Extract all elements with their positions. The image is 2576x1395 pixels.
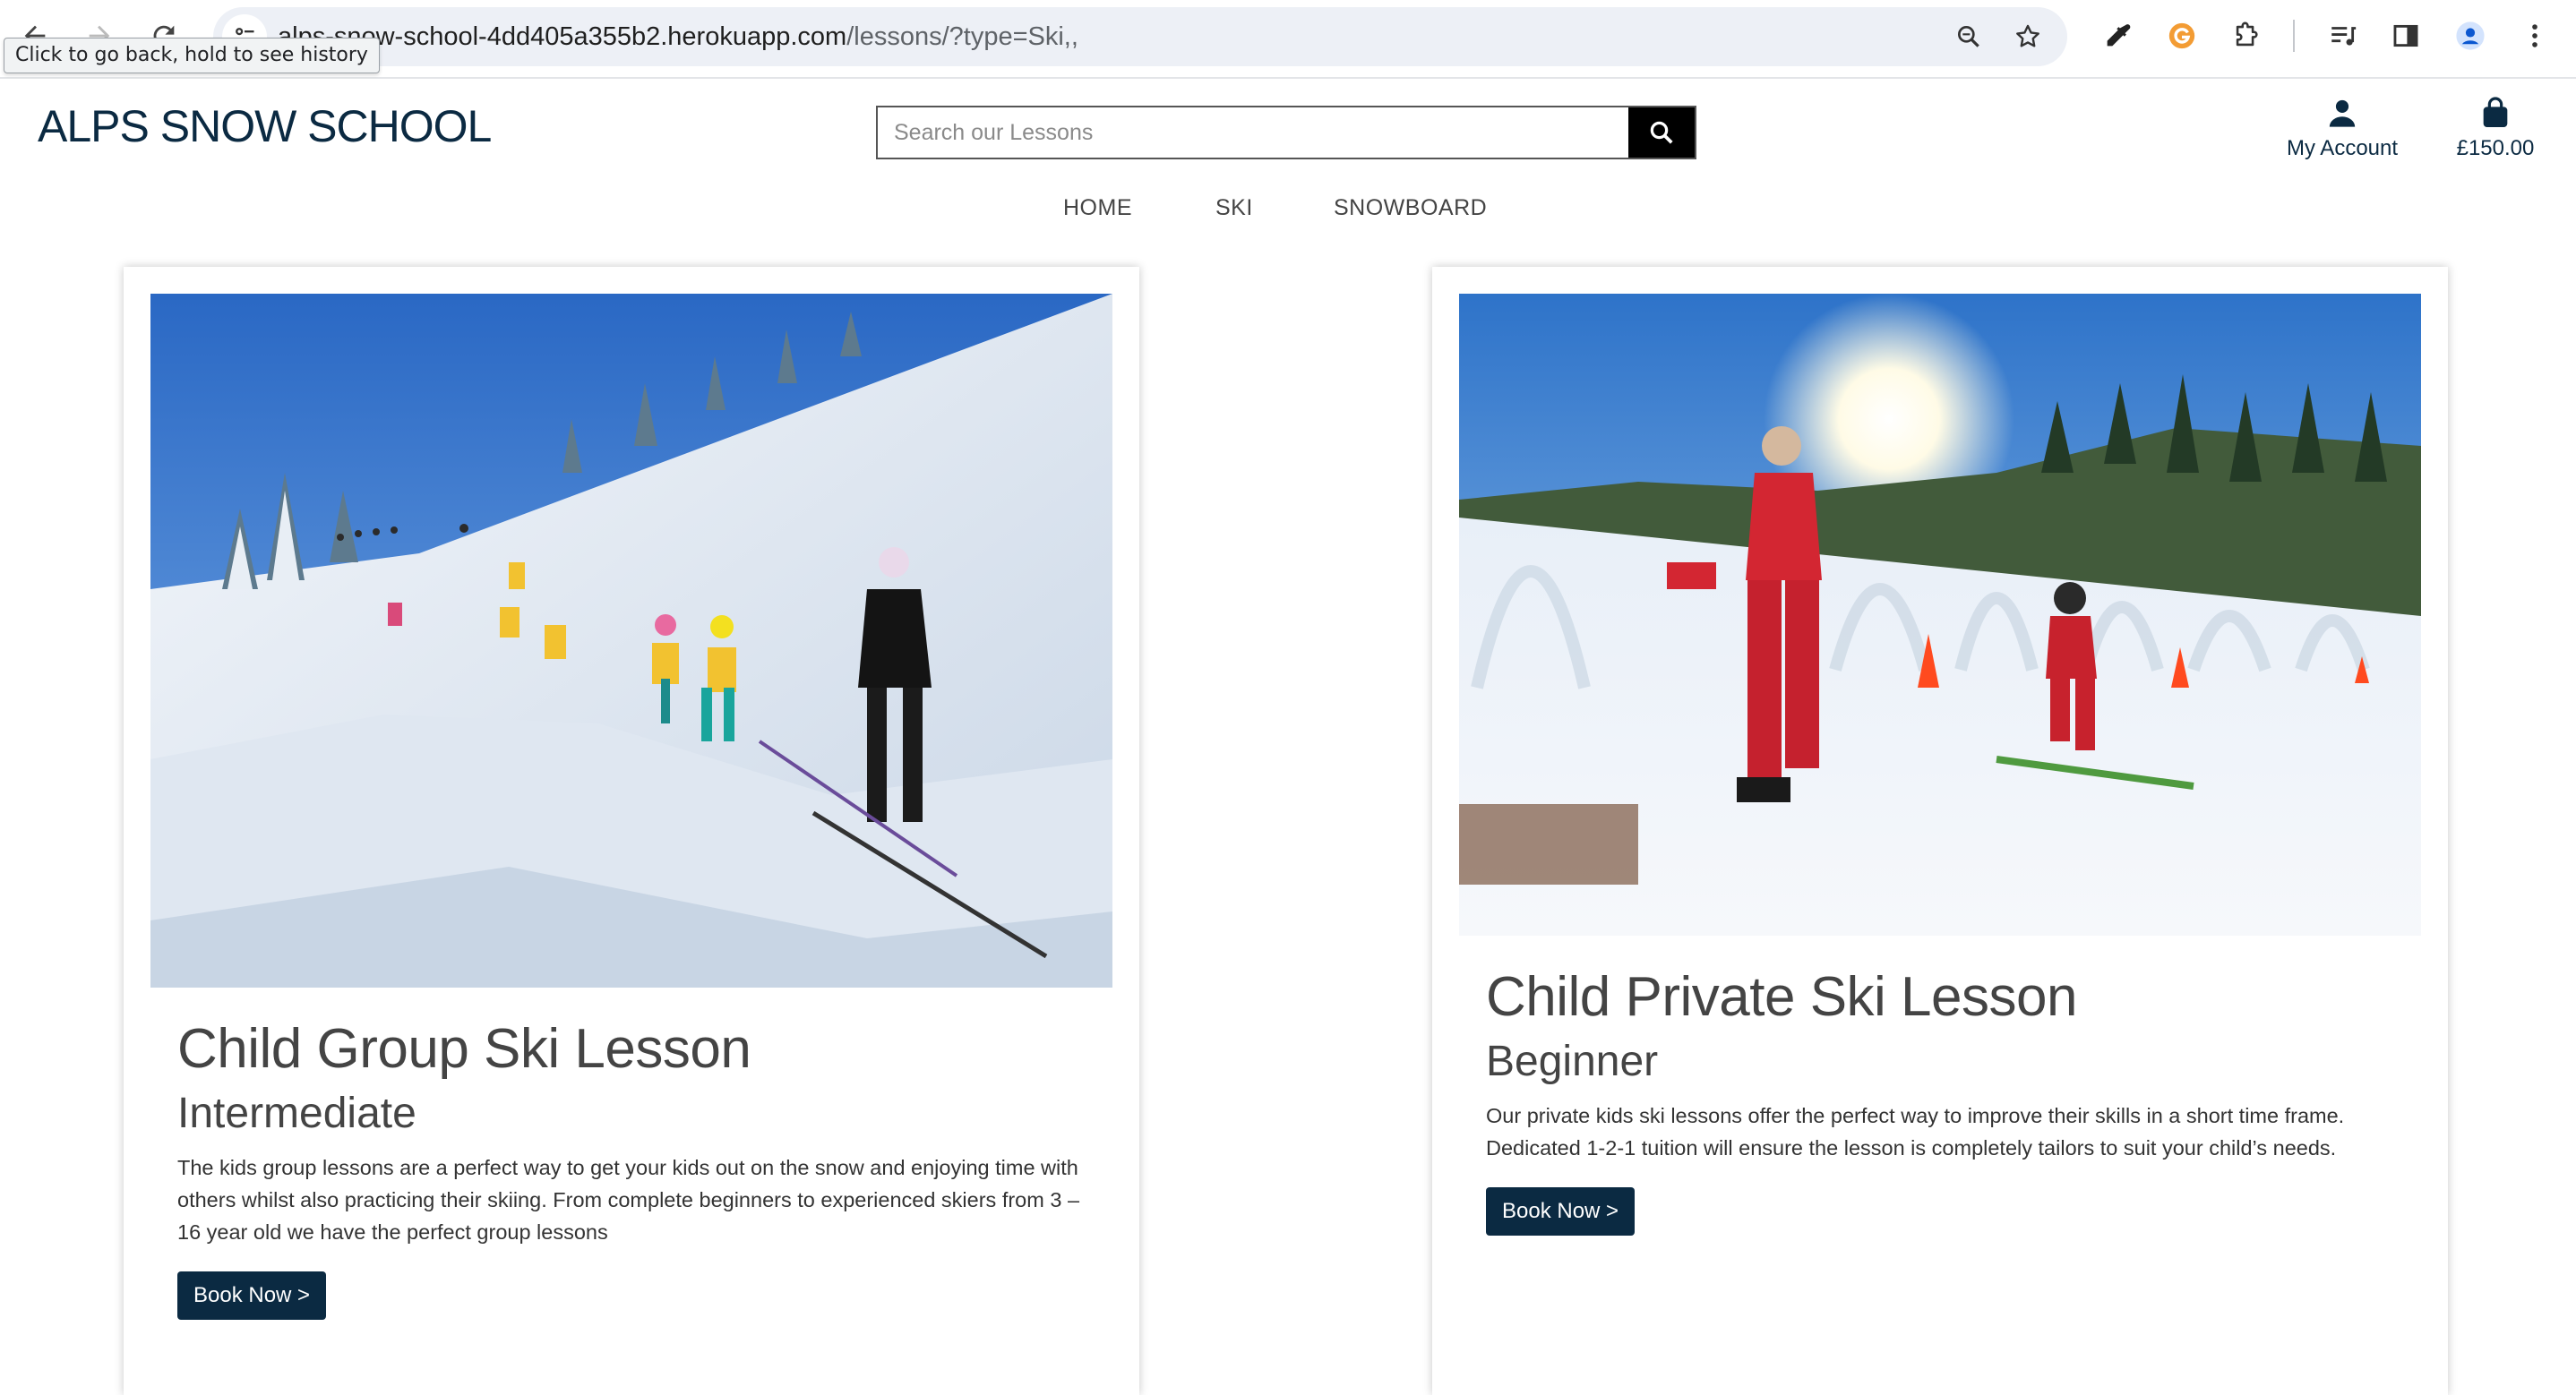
zoom-icon — [1958, 25, 1979, 47]
lesson-image[interactable] — [150, 294, 1112, 988]
more-vert-icon — [2532, 24, 2537, 47]
side-panel-icon — [2393, 24, 2418, 47]
shopping-bag-icon — [2483, 97, 2508, 127]
lesson-image[interactable] — [1459, 294, 2421, 936]
group-ski-lesson-photo — [150, 294, 1112, 988]
lesson-description: Our private kids ski lessons offer the p… — [1486, 1104, 2345, 1160]
search-input[interactable] — [878, 107, 1662, 158]
profile-button[interactable] — [2451, 16, 2490, 56]
url-path: /lessons/?type=Ski,, — [846, 22, 1078, 51]
url-text[interactable]: alps-snow-school-4dd405a355b2.herokuapp.… — [278, 7, 1078, 66]
profile-avatar-icon — [2456, 21, 2485, 50]
bag-total: £150.00 — [2456, 136, 2535, 160]
zoom-button[interactable] — [1951, 19, 1987, 55]
media-control-button[interactable] — [2323, 16, 2363, 56]
browser-toolbar: alps-snow-school-4dd405a355b2.herokuapp.… — [0, 0, 2576, 79]
lesson-title: Child Private Ski Lesson — [1486, 966, 2077, 1028]
site-logo[interactable]: ALPS SNOW SCHOOL — [38, 100, 492, 152]
g-extension[interactable] — [2162, 16, 2202, 56]
search-form — [876, 106, 1696, 159]
lesson-card: Child Private Ski Lesson Beginner Our pr… — [1432, 267, 2448, 1395]
nav-snowboard[interactable]: SNOWBOARD — [1334, 195, 1487, 221]
toolbar-separator — [2293, 20, 2295, 52]
address-bar[interactable]: alps-snow-school-4dd405a355b2.herokuapp.… — [213, 7, 2067, 66]
back-tooltip: Click to go back, hold to see history — [4, 38, 380, 73]
eyedropper-extension[interactable] — [2098, 16, 2137, 56]
book-now-button[interactable]: Book Now > — [1486, 1187, 1636, 1236]
my-account-label: My Account — [2286, 136, 2399, 160]
playlist-icon — [2331, 27, 2357, 46]
shopping-bag-link[interactable]: £150.00 — [2442, 97, 2549, 161]
extensions-button[interactable] — [2227, 16, 2266, 56]
bookmark-button[interactable] — [2010, 19, 2046, 55]
chrome-menu-button[interactable] — [2515, 16, 2555, 56]
user-icon — [2329, 99, 2356, 127]
star-icon — [2016, 24, 2039, 47]
search-icon — [1650, 121, 1673, 144]
lesson-description: The kids group lessons are a perfect way… — [177, 1156, 1080, 1244]
my-account-link[interactable]: My Account — [2275, 97, 2409, 161]
lesson-level: Beginner — [1486, 1038, 1659, 1085]
lesson-title: Child Group Ski Lesson — [177, 1018, 751, 1080]
book-now-button[interactable]: Book Now > — [177, 1271, 327, 1320]
main-nav: HOME SKI SNOWBOARD — [0, 195, 2576, 231]
g-logo-icon — [2168, 22, 2195, 49]
search-button[interactable] — [1628, 107, 1695, 158]
lesson-card: Child Group Ski Lesson Intermediate The … — [124, 267, 1139, 1395]
nav-home[interactable]: HOME — [1063, 195, 1132, 221]
private-ski-lesson-photo — [1459, 294, 2421, 936]
lesson-level: Intermediate — [177, 1090, 416, 1137]
nav-ski[interactable]: SKI — [1215, 195, 1253, 221]
eyedropper-icon — [2107, 24, 2131, 47]
side-panel-button[interactable] — [2386, 16, 2426, 56]
puzzle-icon — [2236, 21, 2258, 47]
